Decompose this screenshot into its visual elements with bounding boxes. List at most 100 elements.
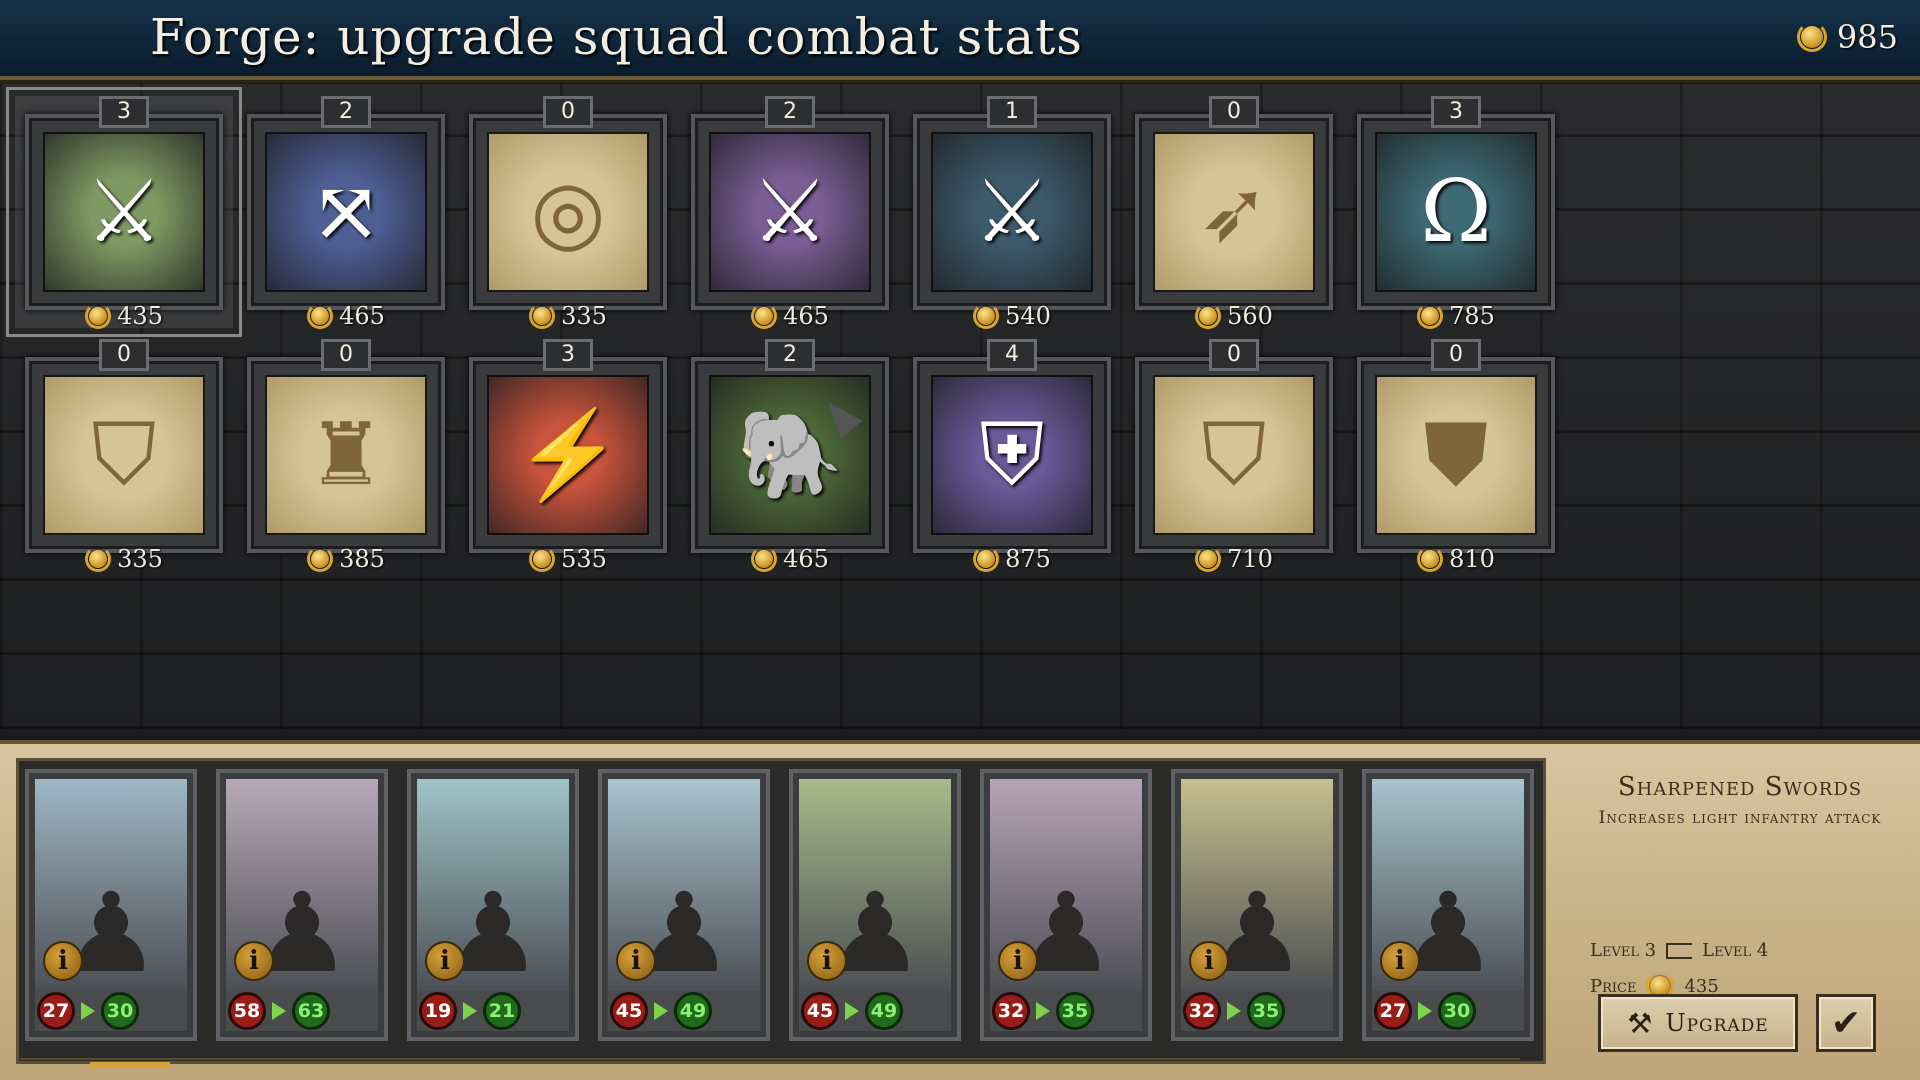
upgrade-level-badge: 2 xyxy=(765,96,815,128)
unit-card[interactable]: ♟ i 45 49 xyxy=(789,769,961,1041)
upgrade-button[interactable]: ⚒ Upgrade xyxy=(1598,994,1798,1052)
unit-stat-change: 19 21 xyxy=(417,991,569,1031)
upgrade-price: 335 xyxy=(15,545,233,573)
unit-info-button[interactable]: i xyxy=(616,941,656,981)
unit-card[interactable]: ♟ i 45 49 xyxy=(598,769,770,1041)
upgrade-card-lightning-sword[interactable]: ⚡ 3 535 xyxy=(459,339,677,573)
upgrade-card-horseshoe-shield[interactable]: ⛊ 0 810 xyxy=(1347,339,1565,573)
upgrade-card-sword-horseshoe[interactable]: ⚔ 2 465 xyxy=(681,96,899,330)
unit-card[interactable]: ♟ i 32 35 xyxy=(1171,769,1343,1041)
upgrade-card-elephant[interactable]: 🐘 2 465 xyxy=(681,339,899,573)
upgrade-price: 535 xyxy=(459,545,677,573)
soldier-icon: ♟ xyxy=(252,869,352,997)
sword-round-shield-icon: ⛨ xyxy=(931,375,1093,535)
upgrade-price: 335 xyxy=(459,302,677,330)
upgrade-price-value: 785 xyxy=(1449,302,1495,330)
anvil-icon: ⚒ xyxy=(1627,1006,1654,1040)
unit-info-button[interactable]: i xyxy=(998,941,1038,981)
horseshoe-broken-sword-icon: Ω xyxy=(1375,132,1537,292)
upgrade-frame: ⛉ xyxy=(25,357,223,553)
upgrade-price-value: 810 xyxy=(1449,545,1495,573)
unit-card[interactable]: ♟ i 58 63 xyxy=(216,769,388,1041)
arrow-right-icon xyxy=(463,1002,477,1020)
unit-card[interactable]: ♟ i 27 30 xyxy=(1362,769,1534,1041)
laurel-coin-icon xyxy=(307,303,334,329)
laurel-coin-icon xyxy=(973,546,1000,572)
stat-upgraded: 30 xyxy=(101,992,139,1030)
upgrade-card-shield[interactable]: ⛉ 0 335 xyxy=(15,339,233,573)
upgrade-details: Sharpened Swords Increases light infantr… xyxy=(1570,772,1910,1000)
upgrade-card-three-arrows[interactable]: ➶ 0 560 xyxy=(1125,96,1343,330)
unit-scrollbar-thumb[interactable] xyxy=(90,1062,170,1068)
unit-info-button[interactable]: i xyxy=(43,941,83,981)
unit-card[interactable]: ♟ i 32 35 xyxy=(980,769,1152,1041)
upgrade-price: 385 xyxy=(237,545,455,573)
laurel-coin-icon xyxy=(1195,546,1222,572)
stat-current: 45 xyxy=(610,992,648,1030)
upgrade-card-crossed-arrows-horseshoe[interactable]: ⤧ 2 465 xyxy=(237,96,455,330)
unit-stat-change: 45 49 xyxy=(608,991,760,1031)
upgrade-card-sword[interactable]: ⚔ 3 435 xyxy=(6,87,242,337)
upgrade-price-value: 335 xyxy=(117,545,163,573)
unit-stat-change: 45 49 xyxy=(799,991,951,1031)
upgrade-level-badge: 0 xyxy=(543,96,593,128)
unit-info-button[interactable]: i xyxy=(807,941,847,981)
stat-current: 27 xyxy=(1374,992,1412,1030)
stat-upgraded: 63 xyxy=(292,992,330,1030)
level-from: Level 3 xyxy=(1590,940,1657,961)
upgrade-frame: ⚔ xyxy=(691,114,889,310)
upgrade-price: 465 xyxy=(681,545,899,573)
upgrade-level-badge: 3 xyxy=(99,96,149,128)
upgrade-card-armor[interactable]: ♜ 0 385 xyxy=(237,339,455,573)
unit-info-button[interactable]: i xyxy=(1189,941,1229,981)
upgrade-price: 785 xyxy=(1347,302,1565,330)
arrow-right-icon xyxy=(845,1002,859,1020)
unit-info-button[interactable]: i xyxy=(234,941,274,981)
arrow-right-icon xyxy=(1418,1002,1432,1020)
upgrade-price: 540 xyxy=(903,302,1121,330)
upgrade-card-three-swords[interactable]: ⚔ 1 540 xyxy=(903,96,1121,330)
unit-scrollbar[interactable] xyxy=(20,1058,1520,1072)
upgrade-frame: ◎ xyxy=(469,114,667,310)
unit-stat-change: 58 63 xyxy=(226,991,378,1031)
upgrade-card-shield-arrow[interactable]: ⛉ 0 710 xyxy=(1125,339,1343,573)
arrow-right-icon xyxy=(1036,1002,1050,1020)
stat-current: 27 xyxy=(37,992,75,1030)
unit-card[interactable]: ♟ i 19 21 xyxy=(407,769,579,1041)
title-bar: Forge: upgrade squad combat stats 985 xyxy=(0,0,1920,80)
stat-upgraded: 21 xyxy=(483,992,521,1030)
arrow-right-icon xyxy=(1666,942,1693,959)
laurel-coin-icon xyxy=(307,546,334,572)
upgrade-frame: ⚔ xyxy=(25,114,223,310)
upgrade-card-sword-round-shield[interactable]: ⛨ 4 875 xyxy=(903,339,1121,573)
upgrade-price-value: 465 xyxy=(339,302,385,330)
level-change: Level 3 Level 4 xyxy=(1590,940,1768,961)
unit-card[interactable]: ♟ i 27 30 xyxy=(25,769,197,1041)
unit-panel: ♟ i 27 30 ♟ i 58 63 ♟ i 19 21 ♟ i 45 49 … xyxy=(0,740,1920,1080)
gold-amount: 985 xyxy=(1836,18,1898,56)
page-title: Forge: upgrade squad combat stats xyxy=(150,8,1083,66)
upgrade-card-horseshoe-broken-sword[interactable]: Ω 3 785 xyxy=(1347,96,1565,330)
confirm-button[interactable]: ✔ xyxy=(1816,994,1876,1052)
stat-current: 19 xyxy=(419,992,457,1030)
upgrade-name: Sharpened Swords xyxy=(1617,772,1863,802)
upgrade-level-badge: 0 xyxy=(1209,339,1259,371)
upgrade-card-archery-target[interactable]: ◎ 0 335 xyxy=(459,96,677,330)
upgrade-frame: ⚔ xyxy=(913,114,1111,310)
upgrade-level-badge: 1 xyxy=(987,96,1037,128)
stat-upgraded: 30 xyxy=(1438,992,1476,1030)
unit-stat-change: 32 35 xyxy=(1181,991,1333,1031)
unit-info-button[interactable]: i xyxy=(1380,941,1420,981)
upgrade-level-badge: 0 xyxy=(321,339,371,371)
crossed-arrows-horseshoe-icon: ⤧ xyxy=(265,132,427,292)
upgrade-level-badge: 2 xyxy=(321,96,371,128)
soldier-icon: ♟ xyxy=(1016,869,1116,997)
horseshoe-shield-icon: ⛊ xyxy=(1375,375,1537,535)
laurel-coin-icon xyxy=(529,303,556,329)
upgrade-frame: ⛨ xyxy=(913,357,1111,553)
upgrade-level-badge: 0 xyxy=(99,339,149,371)
upgrade-level-badge: 4 xyxy=(987,339,1037,371)
soldier-icon: ♟ xyxy=(1207,869,1307,997)
upgrade-frame: ⚡ xyxy=(469,357,667,553)
unit-info-button[interactable]: i xyxy=(425,941,465,981)
